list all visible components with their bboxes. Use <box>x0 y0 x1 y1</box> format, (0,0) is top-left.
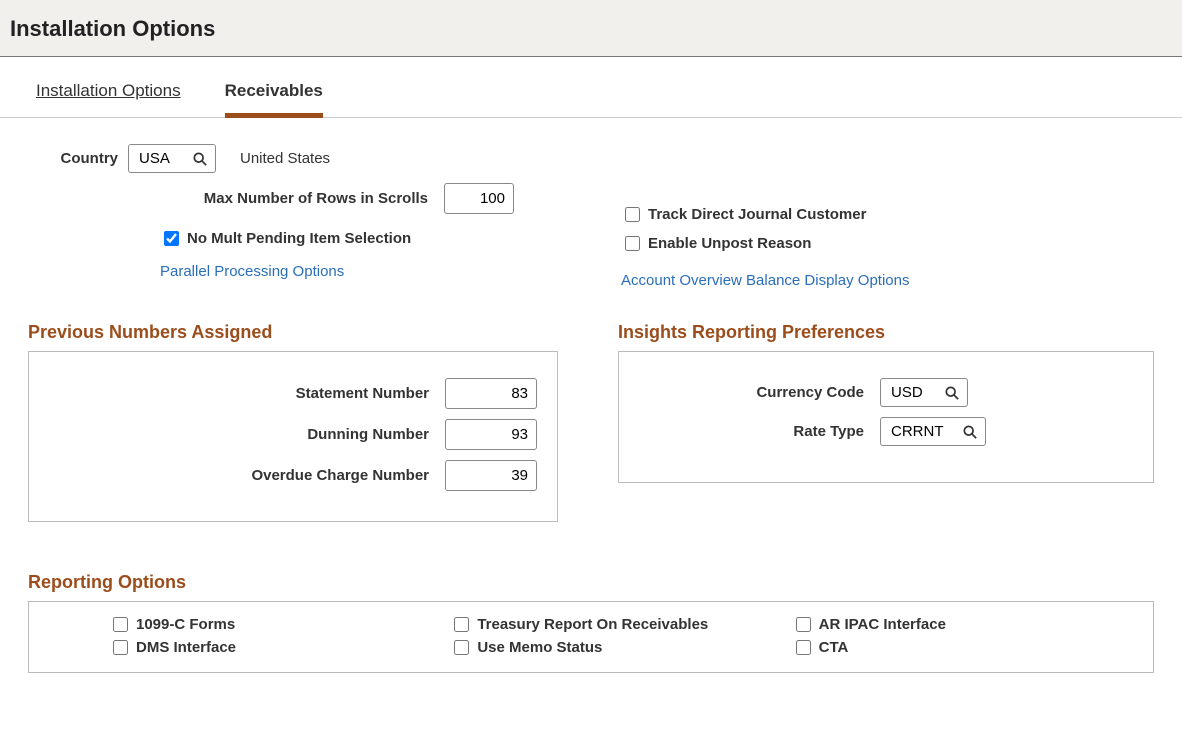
previous-numbers-title: Previous Numbers Assigned <box>28 322 558 343</box>
memo-label: Use Memo Status <box>477 639 602 656</box>
cta-checkbox[interactable] <box>796 640 811 655</box>
treasury-label: Treasury Report On Receivables <box>477 616 708 633</box>
track-direct-checkbox[interactable] <box>625 207 640 222</box>
currency-code-label: Currency Code <box>639 384 864 401</box>
search-icon[interactable] <box>963 425 977 439</box>
dunning-number-label: Dunning Number <box>49 426 429 443</box>
balance-display-link[interactable]: Account Overview Balance Display Options <box>621 272 909 289</box>
currency-code-input[interactable] <box>889 383 939 402</box>
statement-number-input[interactable] <box>445 378 537 409</box>
content-area: Country United States Max Number of Rows… <box>0 118 1182 699</box>
1099c-label: 1099-C Forms <box>136 616 235 633</box>
no-mult-pending-checkbox[interactable] <box>164 231 179 246</box>
rate-type-lookup[interactable] <box>880 417 986 446</box>
currency-code-lookup[interactable] <box>880 378 968 407</box>
1099c-checkbox[interactable] <box>113 617 128 632</box>
insights-box: Currency Code Rate Type <box>618 351 1154 483</box>
country-description: United States <box>240 150 330 167</box>
treasury-checkbox[interactable] <box>454 617 469 632</box>
tab-receivables[interactable]: Receivables <box>225 81 323 118</box>
search-icon[interactable] <box>193 152 207 166</box>
cta-label: CTA <box>819 639 849 656</box>
country-input[interactable] <box>137 149 187 168</box>
enable-unpost-checkbox[interactable] <box>625 236 640 251</box>
ipac-label: AR IPAC Interface <box>819 616 946 633</box>
right-column: Track Direct Journal Customer Enable Unp… <box>621 144 1154 290</box>
previous-numbers-box: Statement Number Dunning Number Overdue … <box>28 351 558 522</box>
track-direct-label: Track Direct Journal Customer <box>648 206 866 223</box>
country-lookup[interactable] <box>128 144 216 173</box>
statement-number-label: Statement Number <box>49 385 429 402</box>
overdue-charge-input[interactable] <box>445 460 537 491</box>
no-mult-pending-label: No Mult Pending Item Selection <box>187 230 411 247</box>
tab-installation-options[interactable]: Installation Options <box>36 81 181 117</box>
parallel-processing-link[interactable]: Parallel Processing Options <box>160 263 344 280</box>
left-column: Country United States Max Number of Rows… <box>28 144 561 290</box>
page-header: Installation Options <box>0 0 1182 57</box>
dms-checkbox[interactable] <box>113 640 128 655</box>
reporting-options-box: 1099-C Forms DMS Interface Treasury Repo… <box>28 601 1154 673</box>
max-rows-input[interactable] <box>444 183 514 214</box>
overdue-charge-label: Overdue Charge Number <box>49 467 429 484</box>
memo-checkbox[interactable] <box>454 640 469 655</box>
enable-unpost-label: Enable Unpost Reason <box>648 235 811 252</box>
tab-bar: Installation Options Receivables <box>0 57 1182 118</box>
rate-type-input[interactable] <box>889 422 957 441</box>
search-icon[interactable] <box>945 386 959 400</box>
rate-type-label: Rate Type <box>639 423 864 440</box>
max-rows-label: Max Number of Rows in Scrolls <box>28 190 428 207</box>
ipac-checkbox[interactable] <box>796 617 811 632</box>
page-title: Installation Options <box>10 16 1172 42</box>
dms-label: DMS Interface <box>136 639 236 656</box>
reporting-options-title: Reporting Options <box>28 572 1154 593</box>
dunning-number-input[interactable] <box>445 419 537 450</box>
country-label: Country <box>28 150 118 167</box>
insights-title: Insights Reporting Preferences <box>618 322 1154 343</box>
